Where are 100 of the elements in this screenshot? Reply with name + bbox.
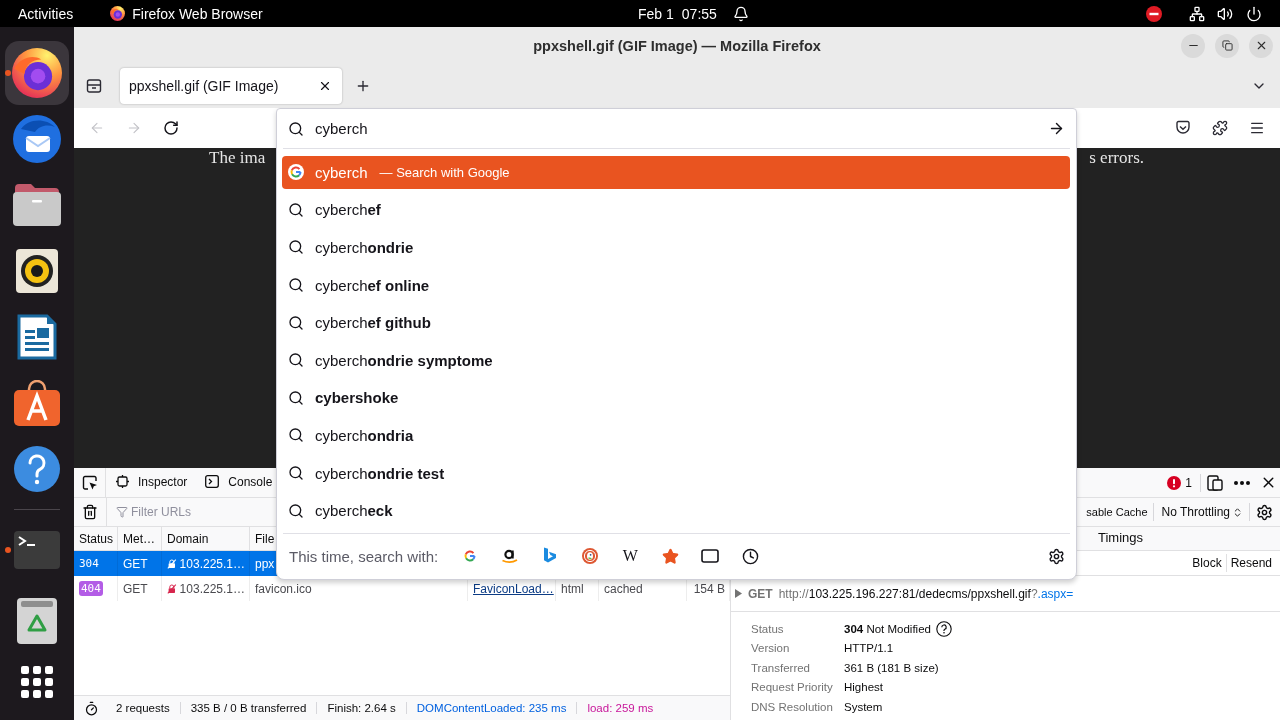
maximize-button[interactable] bbox=[1215, 33, 1239, 58]
search-icon bbox=[288, 389, 304, 406]
suggestion-item[interactable]: cyberchondrie symptome bbox=[282, 343, 1070, 377]
search-with-label: This time, search with: bbox=[289, 547, 439, 565]
search-icon bbox=[288, 427, 304, 444]
column-header: Status bbox=[79, 531, 114, 546]
browser-tab[interactable]: ppxshell.gif (GIF Image) bbox=[120, 68, 342, 104]
browser-icon bbox=[110, 6, 126, 21]
error-icon bbox=[1167, 475, 1182, 490]
crossed-lock-icon bbox=[167, 582, 177, 595]
suggestion-item[interactable]: cyberchondrie test bbox=[282, 456, 1070, 490]
element-picker-icon bbox=[81, 474, 98, 491]
puzzle-icon bbox=[1212, 120, 1228, 136]
table-cell: 103.225.1… bbox=[179, 556, 245, 571]
filter-icon bbox=[116, 506, 128, 518]
app-grid-icon bbox=[21, 666, 53, 698]
dock-app-button[interactable] bbox=[5, 41, 69, 105]
search-icon bbox=[288, 277, 304, 294]
load-time: load: 259 ms bbox=[576, 702, 664, 714]
suggestion-item[interactable]: cyberchondrie bbox=[282, 231, 1070, 264]
restore-icon bbox=[1221, 40, 1233, 51]
date-text: Feb 1 bbox=[638, 5, 674, 22]
document-icon bbox=[17, 314, 57, 360]
cache-label[interactable]: sable Cache bbox=[1086, 506, 1151, 518]
field-value: 304 Not Modified bbox=[844, 622, 931, 635]
search-icon bbox=[288, 201, 304, 218]
power-icon bbox=[1246, 5, 1262, 22]
suggestion-item[interactable]: cyberchef github bbox=[282, 306, 1070, 339]
time-text: 07:55 bbox=[681, 5, 717, 22]
console-icon bbox=[205, 475, 220, 488]
network-icon bbox=[1189, 5, 1205, 22]
suggestion-item[interactable]: cybershoke bbox=[282, 381, 1070, 415]
address-field[interactable]: cyberch bbox=[315, 116, 1033, 141]
g-logo-icon bbox=[288, 164, 304, 181]
request-method: GET bbox=[748, 586, 773, 601]
search-icon bbox=[288, 502, 304, 519]
expand-triangle-icon bbox=[735, 589, 742, 598]
search-icon bbox=[288, 120, 304, 137]
request-action-button[interactable]: Block bbox=[1188, 554, 1226, 572]
field-label: Transferred bbox=[751, 661, 811, 674]
suggestion-item[interactable]: cyberchef bbox=[282, 193, 1070, 227]
table-cell: html bbox=[561, 581, 584, 596]
search-engine-button[interactable]: W bbox=[616, 542, 645, 571]
suggestion-item[interactable]: cybercheck bbox=[282, 494, 1070, 527]
column-header: Met… bbox=[123, 531, 155, 546]
table-cell: cached bbox=[604, 581, 643, 596]
field-label: Version bbox=[751, 642, 791, 655]
stopwatch-icon bbox=[84, 700, 99, 716]
search-icon bbox=[288, 352, 304, 369]
tray-icon bbox=[86, 78, 102, 94]
crossed-lock-icon bbox=[167, 557, 177, 570]
filter-field[interactable]: Filter URLs bbox=[131, 505, 271, 519]
field-value: Highest bbox=[844, 681, 883, 694]
status-code: 304 bbox=[79, 557, 99, 570]
no-entry-icon bbox=[1146, 5, 1162, 22]
suggestion-item[interactable]: cyberchef online bbox=[282, 268, 1070, 302]
close-button[interactable] bbox=[1249, 33, 1273, 58]
settings-icon bbox=[1047, 547, 1065, 565]
request-count: 2 requests bbox=[115, 702, 171, 714]
page-message: s errors. bbox=[1089, 148, 1144, 168]
mail-icon bbox=[13, 115, 61, 163]
suggestion-item[interactable]: cyberchondria bbox=[282, 419, 1070, 452]
devtools-tab[interactable]: Inspector bbox=[106, 468, 196, 497]
throttling-select[interactable]: No Throttling bbox=[1155, 498, 1247, 526]
shopping-bag-icon bbox=[14, 380, 60, 426]
table-cell: GET bbox=[123, 581, 148, 596]
transfer-summary: 335 B / 0 B transferred bbox=[179, 702, 317, 714]
table-cell: 154 B bbox=[693, 581, 725, 596]
star-icon bbox=[661, 547, 679, 565]
sort-arrows-icon bbox=[1232, 506, 1243, 518]
volume-icon bbox=[1217, 5, 1233, 22]
menu-icon bbox=[1249, 120, 1265, 136]
finish-time: Finish: 2.64 s bbox=[316, 702, 406, 714]
bell-icon bbox=[732, 5, 749, 22]
terminal-icon bbox=[14, 531, 60, 569]
devtools-tab[interactable]: Console bbox=[195, 468, 281, 497]
window-title: ppxshell.gif (GIF Image) — Mozilla Firefox bbox=[533, 37, 821, 54]
a-smile-logo-icon bbox=[501, 548, 520, 565]
field-value: HTTP/1.1 bbox=[844, 642, 894, 655]
initiator-link[interactable]: FaviconLoad… bbox=[473, 581, 554, 596]
settings-icon bbox=[1255, 503, 1273, 521]
dom-content-loaded-time: DOMContentLoaded: 235 ms bbox=[405, 702, 577, 714]
speaker-icon bbox=[16, 249, 58, 293]
help-icon bbox=[14, 446, 60, 492]
field-value: 361 B (181 B size) bbox=[844, 661, 939, 674]
suggestion-item[interactable]: cyberch — Search with Google bbox=[282, 156, 1070, 189]
trash-icon bbox=[82, 504, 98, 520]
column-header: File bbox=[255, 531, 275, 546]
field-label: Status bbox=[751, 622, 785, 635]
error-count-button[interactable]: 1 bbox=[1161, 468, 1198, 497]
page-message: The ima bbox=[209, 148, 266, 168]
details-tab[interactable]: Timings bbox=[1091, 527, 1151, 550]
plus-icon bbox=[355, 78, 371, 94]
table-cell: 103.225.1… bbox=[179, 581, 245, 596]
shield-icon bbox=[1175, 120, 1191, 136]
request-action-button[interactable]: Resend bbox=[1225, 554, 1276, 572]
app-menu[interactable]: Firefox Web Browser bbox=[110, 5, 263, 22]
column-header: Domain bbox=[167, 531, 209, 546]
status-badge: 404 bbox=[79, 581, 103, 596]
activities-button[interactable]: Activities bbox=[18, 5, 74, 22]
